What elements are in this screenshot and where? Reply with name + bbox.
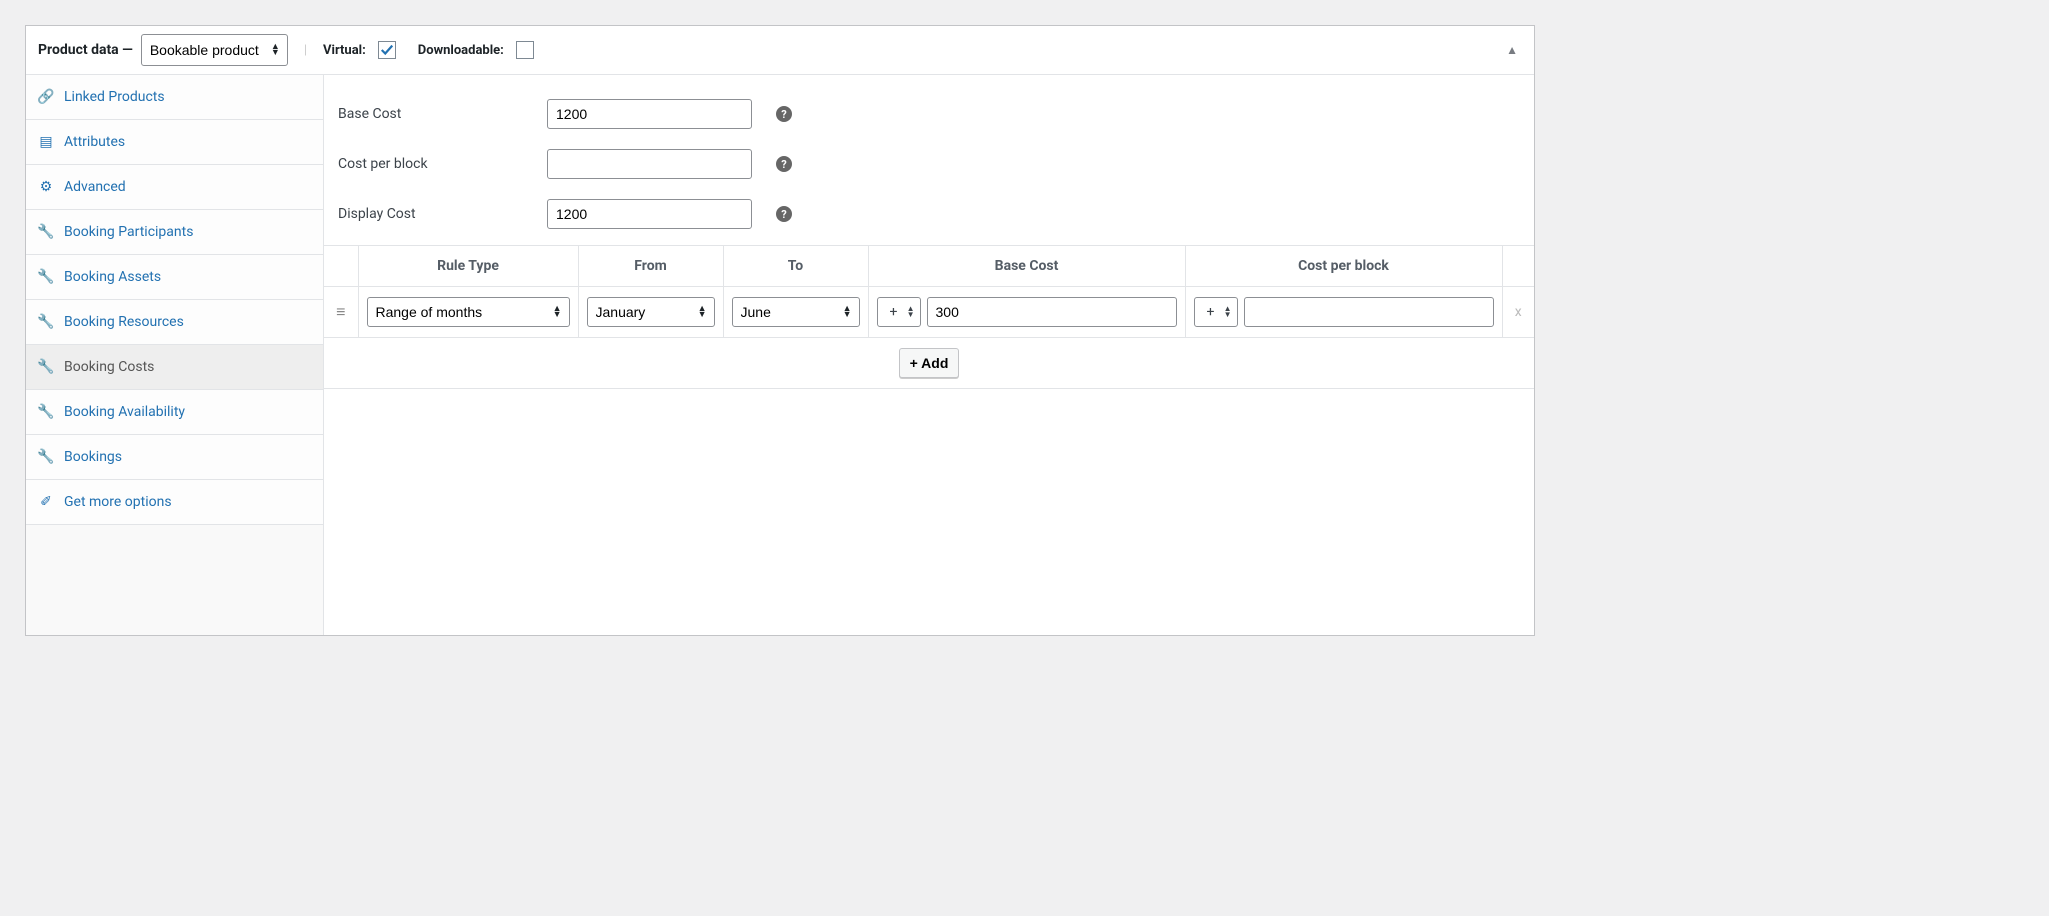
wrench-icon: 🔧 [38, 449, 54, 465]
downloadable-checkbox[interactable] [516, 41, 534, 59]
base-cost-combo: + ▲▼ [877, 297, 1177, 327]
sidebar-item-bookings[interactable]: 🔧 Bookings [26, 435, 323, 480]
sidebar-item-get-more-options[interactable]: ✐ Get more options [26, 480, 323, 525]
sidebar-item-label: Booking Availability [64, 404, 185, 420]
base-cost-input[interactable] [547, 99, 752, 129]
pointer-icon: ✐ [38, 494, 54, 510]
check-icon [380, 43, 394, 57]
wrench-icon: 🔧 [38, 404, 54, 420]
sidebar-item-label: Booking Costs [64, 359, 154, 375]
sidebar-item-attributes[interactable]: ▤ Attributes [26, 120, 323, 165]
to-header: To [723, 246, 868, 287]
stepper-arrows-icon: ▲▼ [1224, 306, 1232, 318]
remove-column-header [1502, 246, 1534, 287]
cost-per-block-label: Cost per block [338, 156, 533, 172]
virtual-label: Virtual: [323, 43, 366, 58]
link-icon: 🔗 [38, 89, 54, 105]
cost-per-block-operator[interactable]: + ▲▼ [1194, 297, 1238, 327]
cost-per-block-row: Cost per block ? [324, 139, 1534, 189]
base-cost-header: Base Cost [868, 246, 1185, 287]
sidebar-item-advanced[interactable]: ⚙ Advanced [26, 165, 323, 210]
sidebar-item-label: Bookings [64, 449, 122, 465]
virtual-checkbox[interactable] [378, 41, 396, 59]
drag-column-header [324, 246, 358, 287]
help-icon[interactable]: ? [776, 206, 792, 222]
product-type-select[interactable]: Bookable product [141, 34, 288, 66]
sidebar-item-linked-products[interactable]: 🔗 Linked Products [26, 75, 323, 120]
display-cost-input[interactable] [547, 199, 752, 229]
gear-icon: ⚙ [38, 179, 54, 195]
cost-per-block-header: Cost per block [1185, 246, 1502, 287]
panel-header: Product data — Bookable product ▲▼ | Vir… [26, 26, 1534, 75]
display-cost-label: Display Cost [338, 206, 533, 222]
base-cost-label: Base Cost [338, 106, 533, 122]
product-type-select-wrap: Bookable product ▲▼ [141, 34, 288, 66]
wrench-icon: 🔧 [38, 359, 54, 375]
to-select[interactable]: June [732, 297, 860, 327]
base-cost-value-input[interactable] [927, 297, 1177, 327]
product-data-panel: Product data — Bookable product ▲▼ | Vir… [25, 25, 1535, 636]
divider: | [304, 43, 307, 58]
add-rule-button[interactable]: + Add [899, 348, 960, 378]
downloadable-label: Downloadable: [418, 43, 504, 58]
rules-table: Rule Type From To Base Cost Cost per blo… [324, 245, 1534, 389]
table-row: ≡ Range of months ▲▼ [324, 287, 1534, 338]
operator-symbol: + [1207, 304, 1215, 320]
base-cost-row: Base Cost ? [324, 89, 1534, 139]
sidebar-item-booking-resources[interactable]: 🔧 Booking Resources [26, 300, 323, 345]
rule-type-header: Rule Type [358, 246, 578, 287]
stepper-arrows-icon: ▲▼ [907, 306, 915, 318]
sidebar-item-booking-availability[interactable]: 🔧 Booking Availability [26, 390, 323, 435]
cost-per-block-combo: + ▲▼ [1194, 297, 1494, 327]
content: Base Cost ? Cost per block ? Display Cos… [324, 75, 1534, 635]
display-cost-row: Display Cost ? [324, 189, 1534, 239]
base-cost-operator[interactable]: + ▲▼ [877, 297, 921, 327]
remove-row-button[interactable]: x [1515, 304, 1522, 320]
sidebar-item-label: Attributes [64, 134, 125, 150]
from-header: From [578, 246, 723, 287]
collapse-toggle-icon[interactable]: ▲ [1506, 43, 1518, 57]
card-icon: ▤ [38, 134, 54, 150]
from-select[interactable]: January [587, 297, 715, 327]
help-icon[interactable]: ? [776, 156, 792, 172]
help-icon[interactable]: ? [776, 106, 792, 122]
wrench-icon: 🔧 [38, 224, 54, 240]
sidebar-item-label: Booking Resources [64, 314, 184, 330]
drag-handle-icon[interactable]: ≡ [336, 302, 345, 321]
sidebar-item-booking-costs[interactable]: 🔧 Booking Costs [26, 345, 323, 390]
operator-symbol: + [890, 304, 898, 320]
sidebar-item-label: Booking Participants [64, 224, 193, 240]
panel-body: 🔗 Linked Products ▤ Attributes ⚙ Advance… [26, 75, 1534, 635]
sidebar-item-booking-participants[interactable]: 🔧 Booking Participants [26, 210, 323, 255]
wrench-icon: 🔧 [38, 269, 54, 285]
cost-per-block-input[interactable] [547, 149, 752, 179]
sidebar-item-label: Linked Products [64, 89, 165, 105]
sidebar-item-label: Get more options [64, 494, 172, 510]
cost-per-block-value-input[interactable] [1244, 297, 1494, 327]
product-data-title: Product data — [38, 42, 133, 58]
sidebar: 🔗 Linked Products ▤ Attributes ⚙ Advance… [26, 75, 324, 635]
rule-type-select[interactable]: Range of months [367, 297, 570, 327]
sidebar-item-booking-assets[interactable]: 🔧 Booking Assets [26, 255, 323, 300]
sidebar-item-label: Advanced [64, 179, 126, 195]
wrench-icon: 🔧 [38, 314, 54, 330]
sidebar-item-label: Booking Assets [64, 269, 161, 285]
